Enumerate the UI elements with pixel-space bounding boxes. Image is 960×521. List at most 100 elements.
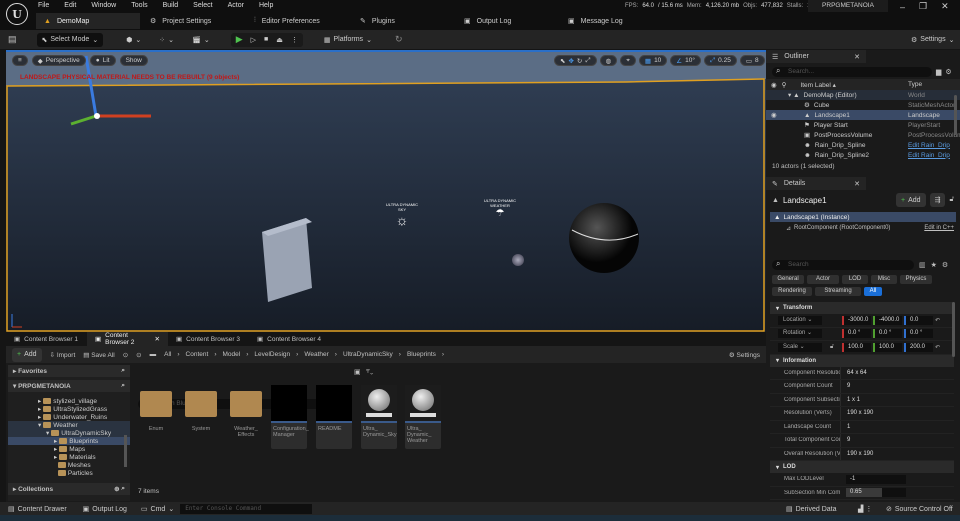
revision-control-icon[interactable]: ▟ ⋮ <box>858 505 872 513</box>
scale-snap-button[interactable]: ⤢ 0.25 <box>703 55 737 66</box>
chevron-right-icon[interactable]: › <box>177 351 179 358</box>
breadcrumb-item[interactable]: Weather <box>304 351 328 358</box>
minimize-icon[interactable]: – <box>900 2 905 12</box>
chevron-right-icon[interactable]: › <box>442 351 444 358</box>
tab-message-log[interactable]: ▣ Message Log <box>560 13 631 29</box>
add-button[interactable]: + Add <box>12 347 42 362</box>
ultra-dynamic-weather-icon[interactable]: ULTRA DYNAMIC WEATHER ☂ <box>482 198 518 219</box>
tab-content-browser-2[interactable]: ▣ Content Browser 2 ✕ <box>87 332 168 346</box>
breadcrumb-item[interactable]: Model <box>222 351 240 358</box>
folder-add-icon[interactable]: ▆ <box>936 68 941 76</box>
step-icon[interactable]: ▷ <box>251 36 256 44</box>
breadcrumb-item[interactable]: Content <box>186 351 209 358</box>
select-icon[interactable]: ⬉ <box>560 57 565 65</box>
platforms-dropdown[interactable]: ▦ Platforms ⌄ <box>319 33 377 47</box>
tab-project-settings[interactable]: ⚙ Project Settings <box>142 13 219 29</box>
outliner-row[interactable]: ▾ ▲ DemoMap (Editor) World <box>766 90 960 100</box>
expand-icon[interactable] <box>54 470 56 477</box>
section-transform[interactable]: ▾ Transform <box>770 302 954 314</box>
asset-tile[interactable]: Ultra_ Dynamic_Sky <box>361 385 397 449</box>
breadcrumb-item[interactable]: All <box>164 351 171 358</box>
source-control-button[interactable]: ⊘ Source Control Off <box>886 505 953 514</box>
tab-output-log[interactable]: ▣ Output Log <box>456 13 519 29</box>
favorites-header[interactable]: ▸ Favorites ⌕ <box>8 365 130 377</box>
lock-icon[interactable]: 🔓︎ <box>830 344 842 351</box>
rotation-snap-button[interactable]: ∠ 10° <box>670 55 701 66</box>
expand-icon[interactable]: ▸ <box>38 413 41 421</box>
folder-tree-item[interactable]: ▸ Underwater_Ruins <box>8 413 130 422</box>
asset-tile[interactable]: System <box>183 385 219 449</box>
details-scrollbar[interactable] <box>952 302 955 357</box>
blueprint-icon[interactable]: ⇶ <box>929 193 946 207</box>
back-icon[interactable]: ⊙ <box>123 351 128 359</box>
breadcrumb-item[interactable]: Blueprints <box>407 351 436 358</box>
outliner-row[interactable]: ⚑ Player Start PlayerStart <box>766 120 960 130</box>
menu-actor[interactable]: Actor <box>228 2 244 9</box>
gear-icon[interactable]: ⚙ <box>942 261 948 269</box>
section-lod[interactable]: ▾ LOD <box>770 461 954 473</box>
content-drawer-button[interactable]: ▤ Content Drawer <box>0 505 75 514</box>
output-log-button[interactable]: ▣ Output Log <box>75 505 135 514</box>
details-tab[interactable]: ✎ Details ✕ <box>766 177 866 190</box>
settings-dropdown[interactable]: ⚙ Settings ⌄ <box>906 33 959 47</box>
outliner-search-input[interactable]: Search... <box>772 66 932 77</box>
rotation-z[interactable]: 0.0 ° <box>904 329 933 339</box>
scale-dropdown[interactable]: Scale ⌄ <box>778 342 822 352</box>
folder-tree-item[interactable]: ▸ stylized_village <box>8 397 130 406</box>
location-y[interactable]: -4000.0 <box>873 315 902 325</box>
scale-x[interactable]: 100.0 <box>842 342 871 352</box>
filter-physics[interactable]: Physics <box>900 275 932 284</box>
section-information[interactable]: ▾ Information <box>770 354 954 367</box>
add-component-button[interactable]: + Add <box>896 193 926 207</box>
scale-y[interactable]: 100.0 <box>873 342 902 352</box>
tab-plugins[interactable]: ✎ Plugins <box>352 13 403 29</box>
filter-streaming[interactable]: Streaming <box>815 287 861 296</box>
breadcrumb-item[interactable]: UltraDynamicSky <box>343 351 393 358</box>
menu-build[interactable]: Build <box>163 2 179 9</box>
console-input[interactable]: Enter Console Command <box>180 504 313 514</box>
eject-icon[interactable]: ⏏ <box>276 36 283 44</box>
outliner-scrollbar[interactable] <box>954 95 957 135</box>
perspective-button[interactable]: ◆ Perspective <box>31 55 86 66</box>
show-button[interactable]: Show <box>119 55 148 66</box>
rotation-x[interactable]: 0.0 ° <box>842 329 871 339</box>
menu-select[interactable]: Select <box>193 2 212 9</box>
chevron-right-icon[interactable]: › <box>399 351 401 358</box>
expand-icon[interactable]: ▸ <box>54 453 57 461</box>
scale-z[interactable]: 200.0 <box>904 342 933 352</box>
menu-edit[interactable]: Edit <box>64 2 76 9</box>
asset-tile[interactable]: Configuration_ Manager <box>271 385 309 449</box>
reset-icon[interactable]: ↶ <box>935 344 940 351</box>
chevron-right-icon[interactable]: › <box>335 351 337 358</box>
menu-window[interactable]: Window <box>91 2 116 9</box>
expand-icon[interactable]: ▸ <box>38 397 41 405</box>
unreal-logo-icon[interactable]: U <box>6 3 28 25</box>
location-x[interactable]: -3000.0 <box>842 315 871 325</box>
search-icon[interactable]: ⌕ <box>121 382 125 390</box>
project-header[interactable]: ▾ PRPGMETANOIA ⌕ <box>8 380 130 392</box>
actor-type[interactable]: Edit Rain_Drip <box>908 152 950 159</box>
close-icon[interactable]: ✕ <box>854 53 860 61</box>
root-component-row[interactable]: ⊿ RootComponent (RootComponent0) Edit in C… <box>766 222 960 234</box>
rotation-dropdown[interactable]: Rotation ⌄ <box>778 329 822 339</box>
menu-file[interactable]: File <box>38 2 49 9</box>
collections-header[interactable]: ▸ Collections ⊕ ⌕ <box>8 483 130 495</box>
menu-help[interactable]: Help <box>259 2 273 9</box>
filter-general[interactable]: General <box>772 275 804 284</box>
blueprint-button[interactable]: ⁘ ⌄ <box>154 33 179 47</box>
save-all-button[interactable]: ▤ Save All <box>83 351 114 359</box>
world-local-button[interactable]: ◍ <box>599 55 618 66</box>
gear-icon[interactable]: ⚙ <box>945 68 951 76</box>
location-dropdown[interactable]: Location ⌄ <box>778 315 822 325</box>
add-collection-icon[interactable]: ⊕ <box>114 485 119 493</box>
expand-icon[interactable]: ▸ <box>54 445 57 453</box>
star-icon[interactable]: ★ <box>931 261 937 269</box>
surface-snap-button[interactable]: ⌖ <box>620 55 636 66</box>
filter-actor[interactable]: Actor <box>807 275 839 284</box>
folder-tree-item[interactable]: ▾ Weather <box>8 421 130 429</box>
lock-icon[interactable]: 🔓︎ <box>949 196 954 204</box>
close-icon[interactable]: ✕ <box>941 1 949 12</box>
filter-rendering[interactable]: Rendering <box>772 287 812 296</box>
expand-icon[interactable] <box>54 462 56 469</box>
details-search-input[interactable]: Search <box>772 259 914 270</box>
